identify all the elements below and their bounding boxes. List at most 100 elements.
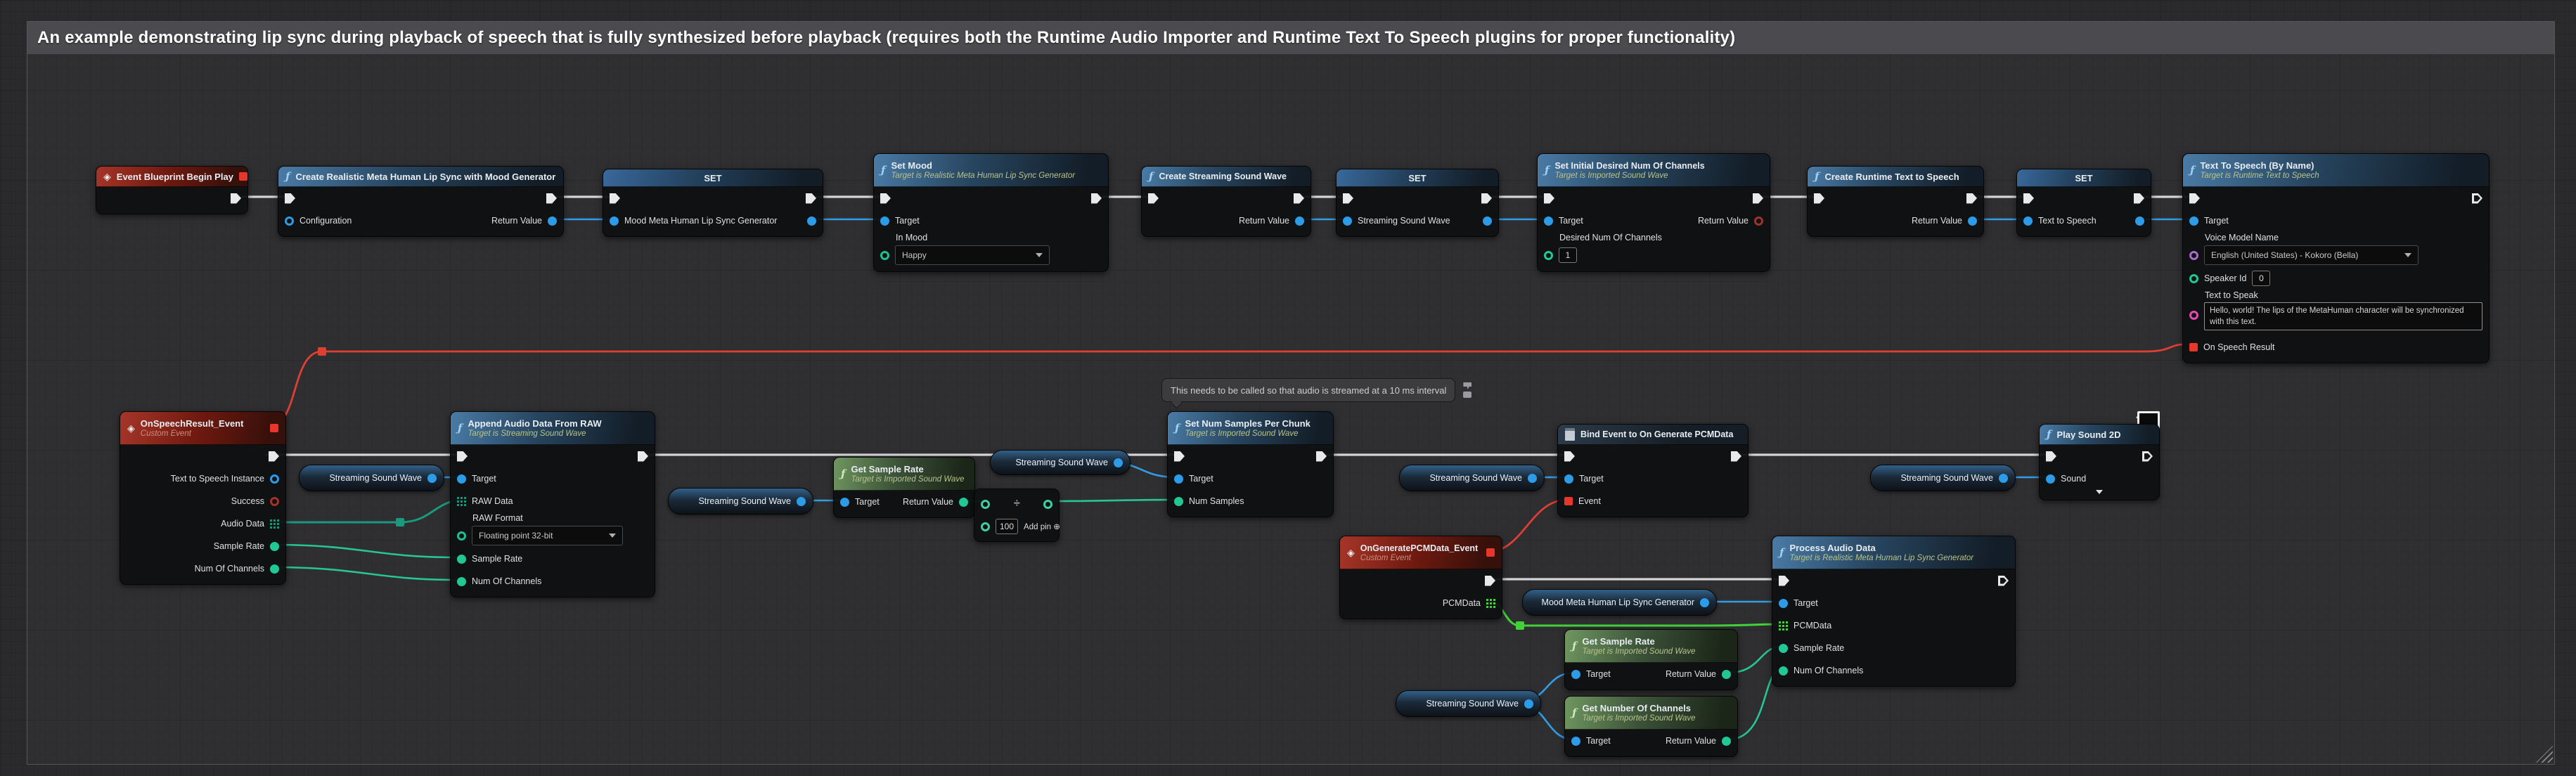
exec-out-pin[interactable]: [2134, 193, 2144, 204]
node-get-sample-rate[interactable]: ƒ Get Sample Rate Target is Imported Sou…: [833, 457, 975, 518]
exec-out-pin[interactable]: [1998, 576, 2009, 586]
value-out-pin[interactable]: [2135, 216, 2144, 226]
exec-out-pin[interactable]: [2142, 451, 2153, 462]
exec-out-pin[interactable]: [1294, 193, 1304, 204]
value-out-pin[interactable]: [1483, 216, 1492, 226]
node-set-mood[interactable]: ƒ Set Mood Target is Realistic Meta Huma…: [873, 153, 1109, 272]
target-pin[interactable]: [1571, 670, 1580, 679]
node-create-runtime-tts[interactable]: ƒ Create Runtime Text to Speech Return V…: [1807, 166, 1984, 237]
node-set-initial-channels[interactable]: ƒ Set Initial Desired Num Of Channels Ta…: [1537, 153, 1770, 272]
exec-out-pin[interactable]: [806, 193, 816, 204]
divide-value-input[interactable]: 100: [996, 519, 1018, 534]
var-streaming-sound-wave[interactable]: Streaming Sound Wave: [1396, 690, 1541, 717]
event-pin[interactable]: [1564, 497, 1573, 505]
exec-out-pin[interactable]: [2472, 193, 2482, 204]
var-streaming-sound-wave[interactable]: Streaming Sound Wave: [1870, 465, 2016, 491]
exec-out-pin[interactable]: [1966, 193, 1977, 204]
delegate-pin[interactable]: [270, 424, 278, 432]
return-value-pin[interactable]: [548, 216, 557, 226]
target-pin[interactable]: [1564, 474, 1573, 484]
node-get-sample-rate-2[interactable]: ƒ Get Sample Rate Target is Imported Sou…: [1564, 629, 1738, 690]
target-pin[interactable]: [1571, 737, 1580, 746]
configuration-pin[interactable]: [285, 216, 294, 226]
expand-chevron-icon[interactable]: [2096, 490, 2103, 494]
num-channels-pin[interactable]: [1779, 666, 1788, 675]
divide-input-b-pin[interactable]: [981, 522, 990, 531]
delegate-pin[interactable]: [239, 172, 247, 181]
exec-out-pin[interactable]: [1753, 193, 1763, 204]
var-streaming-sound-wave[interactable]: Streaming Sound Wave: [990, 450, 1131, 475]
pcmdata-pin[interactable]: [1486, 599, 1495, 608]
desired-channels-input[interactable]: 1: [1559, 247, 1577, 263]
raw-format-pin[interactable]: [457, 531, 466, 541]
target-pin[interactable]: [1174, 474, 1183, 484]
exec-in-pin[interactable]: [1779, 576, 1789, 586]
exec-in-pin[interactable]: [1174, 451, 1185, 462]
exec-in-pin[interactable]: [2023, 193, 2034, 204]
node-on-speech-result-event[interactable]: ◈ OnSpeechResult_Event Custom Event Text…: [120, 411, 286, 585]
var-streaming-sound-wave[interactable]: Streaming Sound Wave: [1399, 465, 1545, 491]
return-value-pin[interactable]: [1722, 737, 1731, 746]
exec-in-pin[interactable]: [610, 193, 620, 204]
var-out-pin[interactable]: [1700, 598, 1709, 607]
exec-out-pin[interactable]: [546, 193, 557, 204]
var-streaming-sound-wave[interactable]: Streaming Sound Wave: [668, 488, 813, 515]
exec-in-pin[interactable]: [1564, 451, 1575, 462]
success-pin[interactable]: [270, 497, 279, 506]
node-set-wave-var[interactable]: SET Streaming Sound Wave: [1336, 169, 1499, 237]
sample-rate-pin[interactable]: [270, 542, 279, 551]
exec-in-pin[interactable]: [2189, 193, 2200, 204]
return-value-pin[interactable]: [1754, 216, 1763, 226]
comment-resize-handle[interactable]: [2536, 746, 2553, 763]
comment-header[interactable]: An example demonstrating lip sync during…: [27, 22, 2554, 54]
exec-in-pin[interactable]: [285, 193, 295, 204]
exec-in-pin[interactable]: [1544, 193, 1554, 204]
add-pin-button[interactable]: Add pin ⊕: [1024, 522, 1060, 531]
node-get-number-of-channels[interactable]: ƒ Get Number Of Channels Target is Impor…: [1564, 696, 1738, 757]
raw-format-dropdown[interactable]: Floating point 32-bit: [472, 526, 623, 545]
var-mood-generator[interactable]: Mood Meta Human Lip Sync Generator: [1522, 589, 1717, 616]
value-out-pin[interactable]: [807, 216, 816, 226]
exec-in-pin[interactable]: [2046, 451, 2056, 462]
on-speech-result-pin[interactable]: [2189, 343, 2198, 351]
return-value-pin[interactable]: [1968, 216, 1977, 226]
speaker-id-input[interactable]: 0: [2252, 271, 2270, 286]
value-in-pin[interactable]: [1343, 216, 1352, 226]
return-value-pin[interactable]: [1295, 216, 1304, 226]
exec-out-pin[interactable]: [269, 451, 279, 462]
exec-out-pin[interactable]: [1731, 451, 1741, 462]
target-pin[interactable]: [457, 474, 466, 484]
divide-input-a-pin[interactable]: [981, 500, 990, 509]
sample-rate-pin[interactable]: [457, 555, 466, 564]
exec-in-pin[interactable]: [1148, 193, 1159, 204]
var-out-pin[interactable]: [427, 474, 437, 483]
audio-data-pin[interactable]: [270, 519, 279, 529]
exec-out-pin[interactable]: [1485, 576, 1495, 586]
return-value-pin[interactable]: [959, 498, 968, 507]
target-pin[interactable]: [1779, 599, 1788, 608]
var-out-pin[interactable]: [1528, 474, 1537, 483]
node-set-mood-generator-var[interactable]: SET Mood Meta Human Lip Sync Generator: [603, 169, 823, 237]
exec-out-pin[interactable]: [638, 451, 648, 462]
raw-data-pin[interactable]: [457, 497, 466, 506]
text-to-speak-pin[interactable]: [2189, 311, 2198, 320]
sample-rate-pin[interactable]: [1779, 644, 1788, 653]
node-play-sound-2d[interactable]: ƒ Play Sound 2D Sound: [2039, 424, 2160, 500]
var-out-pin[interactable]: [1114, 458, 1123, 467]
exec-out-pin[interactable]: [1316, 451, 1327, 462]
value-in-pin[interactable]: [610, 216, 619, 226]
var-out-pin[interactable]: [1999, 474, 2008, 483]
exec-out-pin[interactable]: [231, 193, 241, 204]
return-value-pin[interactable]: [1722, 670, 1731, 679]
node-bind-event-pcmdata[interactable]: Bind Event to On Generate PCMData Target…: [1557, 424, 1749, 517]
node-create-streaming-sound-wave[interactable]: ƒ Create Streaming Sound Wave Return Val…: [1141, 166, 1311, 237]
node-append-audio-data[interactable]: ƒ Append Audio Data From RAW Target is S…: [450, 411, 655, 597]
exec-in-pin[interactable]: [1814, 193, 1824, 204]
exec-out-pin[interactable]: [1091, 193, 1102, 204]
desired-channels-pin[interactable]: [1544, 251, 1553, 260]
node-event-begin-play[interactable]: ◈ Event Blueprint Begin Play: [96, 166, 248, 214]
target-pin[interactable]: [1544, 216, 1553, 226]
node-on-generate-pcmdata-event[interactable]: ◈ OnGeneratePCMData_Event Custom Event P…: [1339, 536, 1502, 619]
exec-in-pin[interactable]: [457, 451, 468, 462]
target-pin[interactable]: [840, 498, 849, 507]
